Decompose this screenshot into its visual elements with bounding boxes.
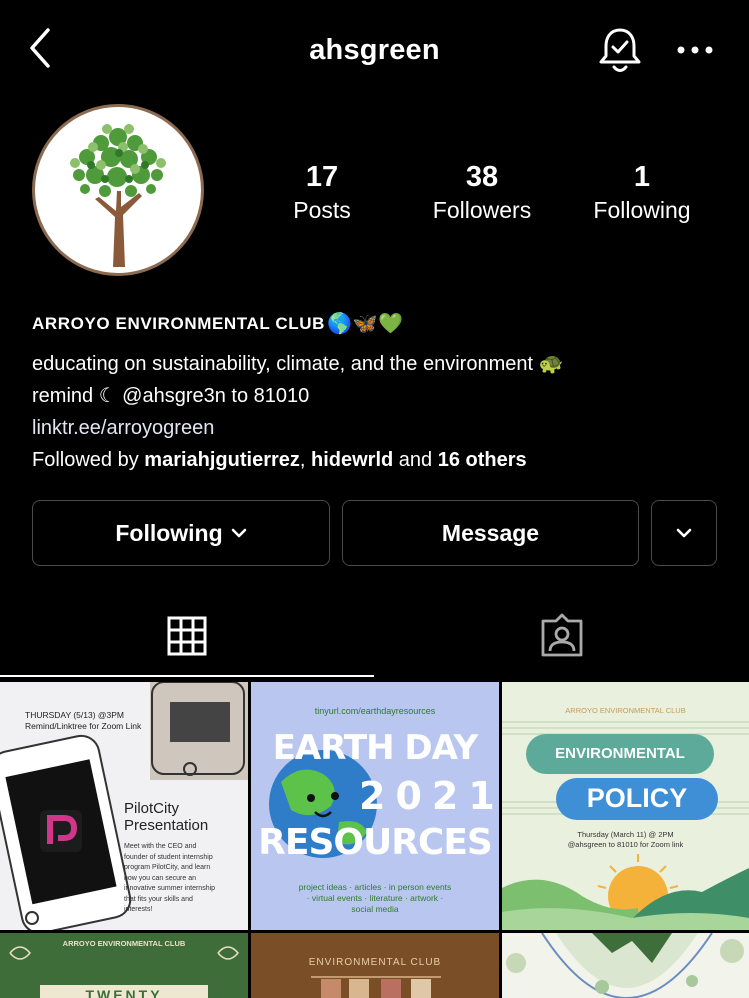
name-emojis: 🌎🦋💚 [327,313,404,335]
stat-followers[interactable]: 38 Followers [402,160,562,226]
map-artwork [506,933,744,998]
tagged-person-icon [541,613,583,657]
pilotcity-title1: PilotCity [124,800,180,817]
followed-prefix: Followed by [32,449,145,471]
earth-day-url: tinyurl.com/earthdayresources [314,706,436,716]
more-dots-icon [677,46,713,54]
earth-day-line3: RESOURCES [258,822,493,863]
chevron-down-icon [676,528,692,538]
body-line: program PilotCity, and learn [124,864,211,871]
twenty-word: TWENTY [85,987,163,998]
message-button[interactable]: Message [342,500,639,566]
profile-avatar[interactable] [32,104,204,276]
profile-bio: ARROYO ENVIRONMENTAL CLUB 🌎🦋💚 educating … [32,312,732,476]
following-count: 1 [633,161,651,193]
body-line: interests! [124,906,153,913]
earth-day-footer2: · virtual events · literature · artwork … [306,893,444,903]
policy-where: @ahsgreen to 81010 for Zoom link [567,840,684,849]
body-line: how you can secure an [124,874,196,882]
stat-following[interactable]: 1 Following [562,160,722,226]
followed-and: and [393,449,438,471]
following-button[interactable]: Following [32,500,330,566]
bio-link[interactable]: linktr.ee/arroyogreen [32,412,732,444]
grid-icon [167,616,207,656]
message-button-label: Message [441,519,540,546]
followed-others[interactable]: 16 others [438,449,527,471]
following-label: Following [593,197,691,223]
club-title: ENVIRONMENTAL CLUB [308,957,442,968]
earth-day-footer1: project ideas · articles · in person eve… [298,882,452,892]
policy-word1: ENVIRONMENTAL [555,745,685,762]
notifications-button[interactable] [596,24,644,76]
active-tab-indicator [0,675,374,677]
policy-club: ARROYO ENVIRONMENTAL CLUB [565,706,686,715]
body-line: Meet with the CEO and [124,843,197,850]
bell-check-icon [599,28,641,72]
body-line: that fits your skills and [124,895,193,903]
following-button-label: Following [115,519,223,546]
tree-logo-icon [70,124,166,267]
tab-posts-grid[interactable] [0,596,374,676]
posts-count: 17 [305,161,339,193]
top-bar: ahsgreen [0,0,749,100]
followed-by[interactable]: Followed by mariahjgutierrez, hidewrld a… [32,444,732,476]
bio-description: educating on sustainability, climate, an… [32,353,564,375]
posts-label: Posts [293,197,351,223]
body-line: innovative summer internship [124,885,216,892]
twenty-club: ARROYO ENVIRONMENTAL CLUB [62,939,186,948]
post-twenty[interactable]: ARROYO ENVIRONMENTAL CLUB TWENTY [0,933,248,998]
bio-remind: remind ☾ @ahsgre3n to 81010 [32,385,310,407]
policy-when: Thursday (March 11) @ 2PM [577,830,674,839]
pilotcity-sub: Remind/Linktree for Zoom Link [25,721,142,731]
more-options-button[interactable] [674,38,716,62]
earth-day-year: 2021 [359,774,499,818]
earth-day-footer3: social media [351,904,399,914]
body-line: founder of student internship [124,853,213,861]
followed-user-1[interactable]: mariahjgutierrez [144,449,300,471]
post-environmental-policy[interactable]: ARROYO ENVIRONMENTAL CLUB ENVIRONMENTAL … [502,682,749,930]
chevron-down-icon [231,528,246,538]
pilotcity-body: Meet with the CEO and founder of student… [124,842,215,916]
display-name: ARROYO ENVIRONMENTAL CLUB [32,314,325,333]
post-environmental-club[interactable]: ENVIRONMENTAL CLUB [251,933,499,998]
followers-label: Followers [432,197,532,223]
followers-count: 38 [465,161,499,193]
pilotcity-date: THURSDAY (5/13) @3PM [25,710,125,720]
post-map[interactable] [502,933,749,998]
stat-posts[interactable]: 17 Posts [242,160,402,226]
profile-tabs [0,596,749,680]
policy-word2: POLICY [586,783,688,813]
suggested-accounts-button[interactable] [651,500,717,566]
followed-user-2[interactable]: hidewrld [311,449,393,471]
followed-sep: , [299,449,312,471]
bio-name-line: ARROYO ENVIRONMENTAL CLUB 🌎🦋💚 [32,312,732,336]
earth-day-line1: EARTH DAY [272,728,479,768]
pilotcity-title2: Presentation [124,817,209,834]
post-earth-day[interactable]: tinyurl.com/earthdayresources EARTH DAY … [251,682,499,930]
tab-tagged[interactable] [375,596,749,676]
post-pilotcity[interactable]: THURSDAY (5/13) @3PM Remind/Linktree for… [0,682,248,930]
